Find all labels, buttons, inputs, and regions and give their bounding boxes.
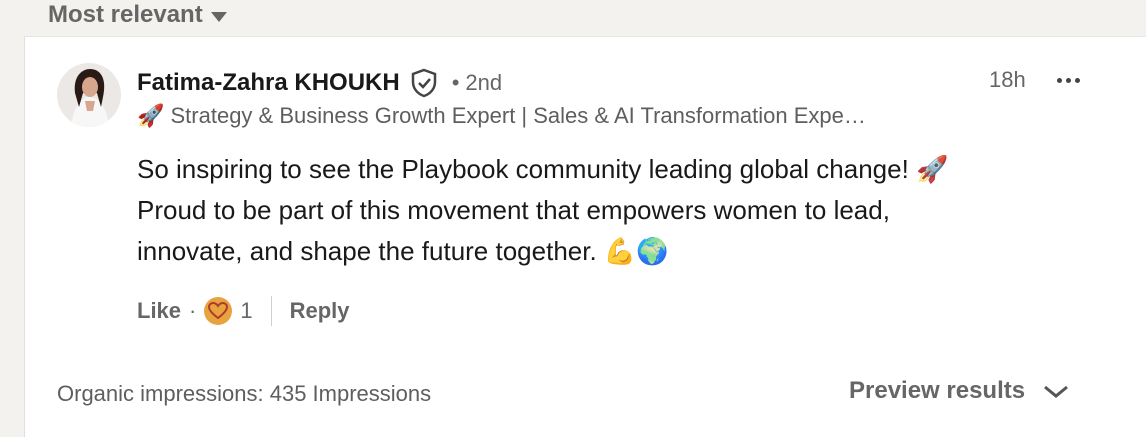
love-reaction-icon[interactable] bbox=[204, 297, 233, 325]
comment-line: So inspiring to see the Playbook communi… bbox=[137, 154, 949, 184]
connection-degree: 2nd bbox=[465, 70, 503, 95]
sort-dropdown[interactable]: Most relevant bbox=[48, 0, 227, 30]
like-button[interactable]: Like bbox=[137, 298, 181, 324]
comment-actions: Like · 1 Reply bbox=[137, 295, 350, 327]
action-divider bbox=[270, 296, 272, 326]
separator-dot: · bbox=[189, 298, 197, 323]
comment-text: So inspiring to see the Playbook communi… bbox=[137, 149, 1057, 272]
caret-down-icon bbox=[210, 12, 227, 22]
preview-results-label: Preview results bbox=[849, 377, 1026, 404]
more-options-icon[interactable] bbox=[1057, 75, 1085, 85]
verified-shield-icon bbox=[410, 68, 438, 98]
comment-line: Proud to be part of this movement that e… bbox=[137, 195, 890, 225]
reaction-count[interactable]: 1 bbox=[240, 298, 252, 324]
impressions-text: Organic impressions: 435 Impressions bbox=[57, 381, 432, 406]
sort-label: Most relevant bbox=[48, 1, 203, 28]
comment-line: innovate, and shape the future together.… bbox=[137, 236, 669, 266]
chevron-down-icon bbox=[1044, 385, 1069, 398]
preview-results-button[interactable]: Preview results bbox=[849, 377, 1071, 405]
comment-time: 18h bbox=[989, 67, 1026, 92]
author-headline: 🚀 Strategy & Business Growth Expert | Sa… bbox=[137, 103, 866, 128]
separator-dot: • bbox=[451, 70, 460, 95]
avatar[interactable] bbox=[57, 63, 121, 127]
author-name[interactable]: Fatima-Zahra KHOUKH bbox=[137, 69, 400, 97]
comment-card: Fatima-Zahra KHOUKH • 2nd 🚀 Strategy & B… bbox=[24, 36, 1146, 437]
reply-button[interactable]: Reply bbox=[290, 298, 350, 324]
